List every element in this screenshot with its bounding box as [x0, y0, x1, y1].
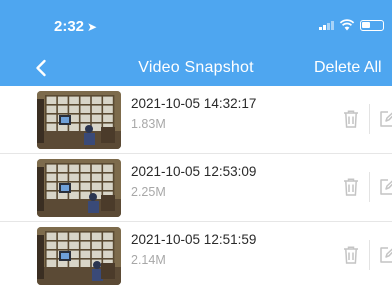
snapshot-list: 2021-10-05 14:32:17 1.83M 2021-10-05 12:…	[0, 86, 392, 288]
row-divider	[369, 240, 370, 270]
delete-all-button[interactable]: Delete All	[314, 59, 382, 77]
snapshot-thumbnail[interactable]	[37, 227, 121, 285]
snapshot-image	[37, 91, 121, 149]
trash-icon[interactable]	[342, 245, 360, 265]
snapshot-datetime: 2021-10-05 12:53:09	[131, 164, 257, 179]
edit-icon[interactable]	[379, 178, 392, 196]
location-arrow-icon: ➤	[87, 20, 98, 34]
trash-icon[interactable]	[342, 109, 360, 129]
row-divider	[369, 172, 370, 202]
snapshot-image	[37, 227, 121, 285]
battery-icon	[360, 19, 384, 31]
snapshot-size: 2.25M	[131, 185, 166, 199]
status-icons	[319, 19, 384, 31]
trash-icon[interactable]	[342, 177, 360, 197]
wifi-icon	[339, 19, 355, 31]
snapshot-size: 2.14M	[131, 253, 166, 267]
snapshot-thumbnail[interactable]	[37, 159, 121, 217]
snapshot-datetime: 2021-10-05 14:32:17	[131, 96, 257, 111]
row-divider	[369, 104, 370, 134]
snapshot-size: 1.83M	[131, 117, 166, 131]
snapshot-datetime: 2021-10-05 12:51:59	[131, 232, 257, 247]
snapshot-image	[37, 159, 121, 217]
edit-icon[interactable]	[379, 246, 392, 264]
cellular-signal-icon	[319, 20, 334, 30]
status-bar: 2:32 ➤	[0, 0, 392, 50]
status-time-label: 2:32	[54, 18, 85, 35]
edit-icon[interactable]	[379, 110, 392, 128]
status-time: 2:32 ➤	[54, 18, 97, 35]
snapshot-row[interactable]: 2021-10-05 14:32:17 1.83M	[0, 86, 392, 154]
nav-bar: Video Snapshot Delete All	[0, 50, 392, 86]
snapshot-thumbnail[interactable]	[37, 91, 121, 149]
snapshot-row[interactable]: 2021-10-05 12:51:59 2.14M	[0, 222, 392, 288]
snapshot-row[interactable]: 2021-10-05 12:53:09 2.25M	[0, 154, 392, 222]
